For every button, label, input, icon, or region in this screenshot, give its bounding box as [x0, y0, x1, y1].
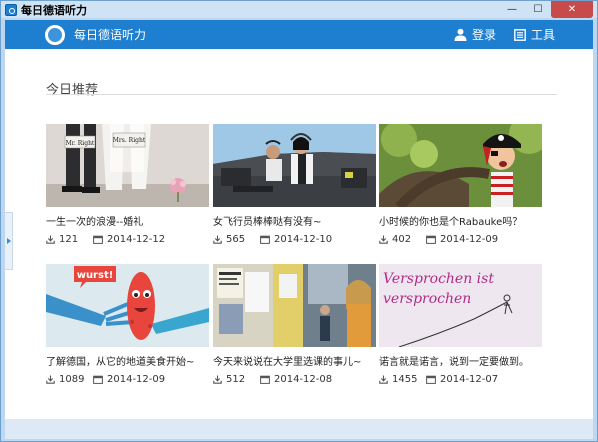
publish-date: 2014-12-09 — [93, 374, 165, 385]
tools-button[interactable]: 工具 — [514, 26, 555, 43]
download-count-value: 1455 — [392, 373, 418, 385]
svg-text:wurst!: wurst! — [77, 270, 114, 281]
article-thumbnail-pilot[interactable] — [213, 124, 376, 207]
download-icon — [213, 235, 222, 244]
section-divider — [46, 94, 557, 95]
publish-date-value: 2014-12-09 — [440, 233, 499, 245]
calendar-icon — [426, 375, 436, 384]
tools-icon — [514, 28, 526, 41]
article-thumbnail-wurst[interactable]: wurst! — [46, 264, 209, 347]
article-title[interactable]: 今天来说说在大学里选课的事儿~ — [213, 357, 376, 369]
article-title[interactable]: 女飞行员棒棒哒有没有~ — [213, 217, 376, 229]
calendar-icon — [260, 375, 270, 384]
svg-text:Versprochen ist: Versprochen ist — [383, 271, 494, 287]
svg-text:versprochen: versprochen — [383, 291, 471, 307]
article-card[interactable]: wurst! 了解德国，从它的地道美食开始~ 1089 2014-12-09 — [46, 264, 209, 385]
article-meta: 1455 2014-12-07 — [379, 373, 542, 385]
download-count: 565 — [213, 234, 260, 245]
article-title[interactable]: 一生一次的浪漫--婚礼 — [46, 217, 209, 229]
publish-date: 2014-12-07 — [426, 374, 498, 385]
publish-date: 2014-12-10 — [260, 234, 332, 245]
login-button[interactable]: 登录 — [454, 26, 496, 43]
app-logo-icon — [5, 3, 17, 16]
calendar-icon — [93, 235, 103, 244]
header-actions: 登录 工具 — [436, 20, 555, 49]
article-meta: 121 2014-12-12 — [46, 233, 209, 245]
app-name: 每日德语听力 — [74, 28, 147, 42]
download-count: 121 — [46, 234, 93, 245]
article-card[interactable]: Versprochen ist versprochen 诺言就是诺言，说到一定要… — [379, 264, 542, 385]
publish-date-value: 2014-12-10 — [274, 233, 333, 245]
main-content: 今日推荐 Mr. Right Mrs. Right 一生一次的浪漫--婚礼 12… — [5, 49, 593, 419]
publish-date-value: 2014-12-12 — [107, 233, 166, 245]
app-header: 每日德语听力 登录 工具 — [5, 20, 593, 49]
article-title[interactable]: 了解德国，从它的地道美食开始~ — [46, 357, 209, 369]
publish-date-value: 2014-12-09 — [107, 373, 166, 385]
article-thumbnail-pirate-kid[interactable] — [379, 124, 542, 207]
svg-text:Mrs. Right: Mrs. Right — [113, 137, 146, 144]
article-card[interactable]: Mr. Right Mrs. Right 一生一次的浪漫--婚礼 121 201… — [46, 124, 209, 245]
app-logo-icon — [45, 24, 65, 45]
login-label: 登录 — [471, 28, 496, 42]
download-icon — [213, 375, 222, 384]
download-count: 512 — [213, 374, 260, 385]
download-icon — [46, 375, 55, 384]
window-title: 每日德语听力 — [21, 3, 87, 17]
maximize-button[interactable]: ☐ — [525, 1, 551, 18]
article-thumbnail-promise[interactable]: Versprochen ist versprochen — [379, 264, 542, 347]
user-icon — [454, 28, 467, 41]
article-meta: 512 2014-12-08 — [213, 373, 376, 385]
download-count: 402 — [379, 234, 426, 245]
article-meta: 402 2014-12-09 — [379, 233, 542, 245]
minimize-button[interactable]: — — [499, 1, 525, 18]
download-count-value: 565 — [226, 233, 246, 245]
tools-label: 工具 — [530, 28, 555, 42]
article-card[interactable]: 今天来说说在大学里选课的事儿~ 512 2014-12-08 — [213, 264, 376, 385]
download-count-value: 512 — [226, 373, 246, 385]
calendar-icon — [260, 235, 270, 244]
download-count-value: 1089 — [59, 373, 85, 385]
article-meta: 1089 2014-12-09 — [46, 373, 209, 385]
download-count: 1455 — [379, 374, 426, 385]
download-count-value: 402 — [392, 233, 412, 245]
article-meta: 565 2014-12-10 — [213, 233, 376, 245]
calendar-icon — [93, 375, 103, 384]
app-window: 每日德语听力 — ☐ ✕ 每日德语听力 登录 工具 今日推荐 Mr. Right… — [0, 0, 598, 442]
download-icon — [46, 235, 55, 244]
publish-date-value: 2014-12-08 — [274, 373, 333, 385]
sidebar-expand-handle[interactable] — [5, 212, 13, 270]
publish-date: 2014-12-08 — [260, 374, 332, 385]
article-title[interactable]: 小时候的你也是个Rabauke吗？ — [379, 217, 542, 229]
footer-bar — [5, 419, 593, 439]
svg-text:Mr. Right: Mr. Right — [66, 140, 95, 147]
download-count: 1089 — [46, 374, 93, 385]
download-count-value: 121 — [59, 233, 79, 245]
calendar-icon — [426, 235, 436, 244]
download-icon — [379, 375, 388, 384]
close-button[interactable]: ✕ — [551, 1, 593, 18]
publish-date: 2014-12-09 — [426, 234, 498, 245]
publish-date-value: 2014-12-07 — [440, 373, 499, 385]
publish-date: 2014-12-12 — [93, 234, 165, 245]
article-thumbnail-wedding[interactable]: Mr. Right Mrs. Right — [46, 124, 209, 207]
article-thumbnail-university[interactable] — [213, 264, 376, 347]
article-card[interactable]: 小时候的你也是个Rabauke吗？ 402 2014-12-09 — [379, 124, 542, 245]
window-controls: — ☐ ✕ — [499, 1, 593, 18]
title-bar[interactable]: 每日德语听力 — ☐ ✕ — [1, 1, 597, 18]
article-title[interactable]: 诺言就是诺言，说到一定要做到。 — [379, 357, 542, 369]
article-card[interactable]: 女飞行员棒棒哒有没有~ 565 2014-12-10 — [213, 124, 376, 245]
download-icon — [379, 235, 388, 244]
section-title: 今日推荐 — [46, 83, 99, 98]
